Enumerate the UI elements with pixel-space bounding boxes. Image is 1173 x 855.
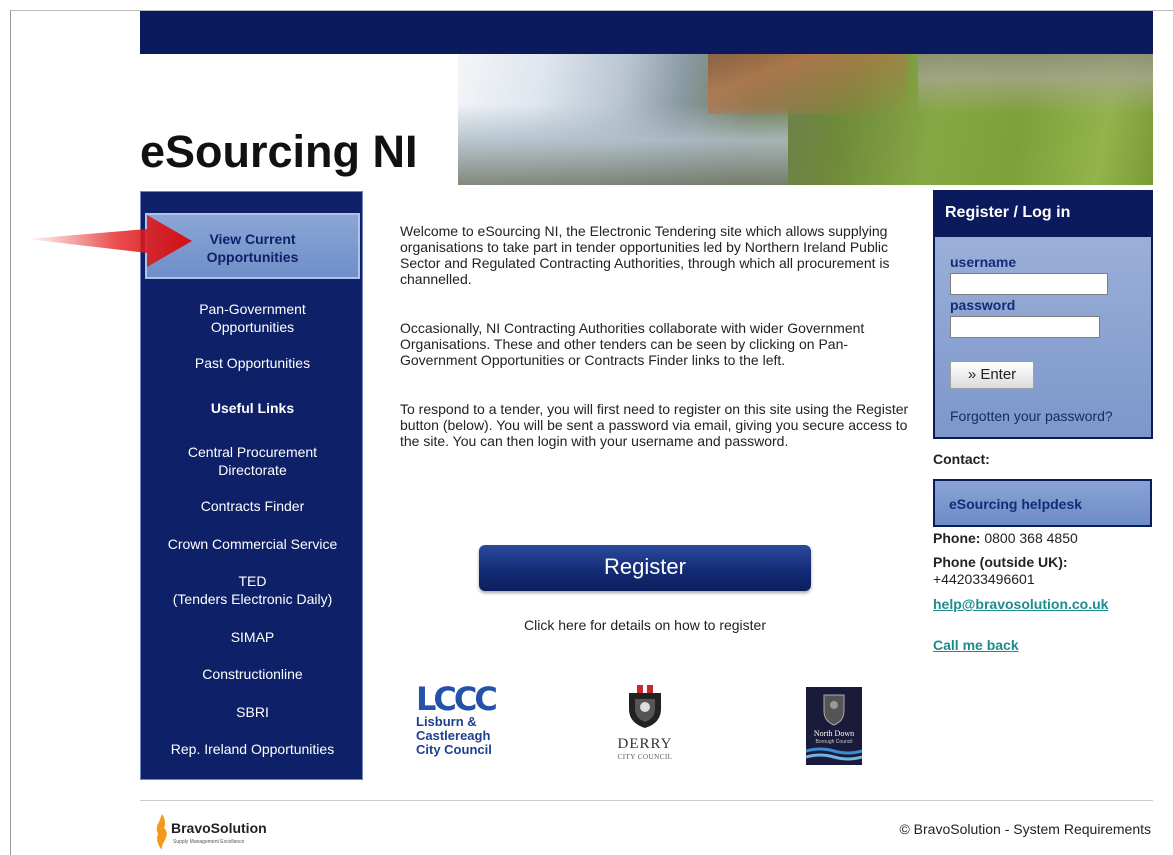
lccc-logo-line: City Council: [416, 742, 492, 757]
sidebar-item-ted[interactable]: TED (Tenders Electronic Daily): [141, 572, 364, 608]
username-input[interactable]: [950, 273, 1108, 295]
lccc-logo-line: Castlereagh: [416, 728, 491, 743]
sidebar-item-label: Opportunities: [210, 319, 295, 335]
copyright-link[interactable]: © BravoSolution - System Requirements: [899, 821, 1151, 837]
sidebar-item-sbri[interactable]: SBRI: [141, 703, 364, 721]
username-label: username: [950, 254, 1017, 270]
north-down-crest-icon: [823, 694, 845, 726]
forgot-password-link[interactable]: Forgotten your password?: [950, 408, 1113, 424]
phone-line: Phone: 0800 368 4850: [933, 530, 1078, 546]
sidebar-item-label: Central Procurement: [187, 444, 318, 460]
banner-sea: [458, 104, 788, 185]
phone-value: 0800 368 4850: [984, 530, 1078, 546]
sidebar-item-label: TED: [238, 573, 267, 589]
header-banner: eSourcing NI: [140, 54, 1153, 185]
welcome-paragraph: Welcome to eSourcing NI, the Electronic …: [400, 223, 890, 287]
sidebar-item-contracts-finder[interactable]: Contracts Finder: [141, 497, 364, 515]
derry-logo-sub: CITY COUNCIL: [617, 753, 673, 761]
sidebar-item-constructionline[interactable]: Constructionline: [141, 665, 364, 683]
phone-outside-line: Phone (outside UK):: [933, 554, 1068, 570]
password-input[interactable]: [950, 316, 1100, 338]
north-down-logo-name: North Down: [813, 729, 855, 738]
lccc-logo-mark: LCCC: [416, 680, 498, 718]
sidebar-heading-useful-links: Useful Links: [210, 400, 295, 416]
coastline-banner-image: [458, 54, 1153, 185]
banner-cliff: [708, 54, 908, 114]
password-label: password: [950, 297, 1016, 313]
north-down-borough-council-logo[interactable]: North Down Borough Council: [806, 687, 862, 765]
top-navy-bar: [140, 11, 1153, 54]
footer-divider: [140, 800, 1153, 801]
register-button[interactable]: Register: [479, 545, 811, 591]
bravosolution-flame-icon: [156, 814, 167, 850]
banner-rock: [918, 54, 1153, 114]
phone-label: Phone:: [933, 530, 981, 546]
collaboration-paragraph: Occasionally, NI Contracting Authorities…: [400, 320, 865, 368]
phone-outside-value: +442033496601: [933, 571, 1035, 587]
sidebar-item-simap[interactable]: SIMAP: [141, 628, 364, 646]
call-me-back-link[interactable]: Call me back: [933, 637, 1019, 653]
enter-button[interactable]: » Enter: [950, 361, 1034, 389]
register-instructions-paragraph: To respond to a tender, you will first n…: [400, 401, 909, 449]
welcome-text: Welcome to eSourcing NI, the Electronic …: [400, 223, 920, 482]
sidebar-item-central-procurement-directorate[interactable]: Central Procurement Directorate: [141, 443, 364, 479]
page-frame-left: [10, 10, 11, 855]
sidebar-item-rep-ireland-opportunities[interactable]: Rep. Ireland Opportunities: [141, 740, 364, 758]
helpdesk-email-link[interactable]: help@bravosolution.co.uk: [933, 596, 1108, 612]
login-panel: username password » Enter Forgotten your…: [933, 235, 1153, 439]
sidebar-nav: View Current Opportunities Pan-Governmen…: [140, 191, 363, 780]
contact-heading: Contact:: [933, 451, 990, 467]
register-help-link[interactable]: Click here for details on how to registe…: [479, 617, 811, 633]
bravosolution-logo[interactable]: BravoSolution Supply Management Excellen…: [155, 812, 295, 852]
red-arrow-icon: [27, 215, 192, 267]
sidebar-item-pan-government-opportunities[interactable]: Pan-Government Opportunities: [141, 300, 364, 336]
bravosolution-logo-name: BravoSolution: [171, 820, 267, 836]
derry-city-council-logo[interactable]: DERRY CITY COUNCIL: [610, 685, 680, 767]
north-down-logo-sub: Borough Council: [815, 739, 853, 745]
sidebar-item-label: Pan-Government: [199, 301, 306, 317]
sidebar-item-label: (Tenders Electronic Daily): [172, 591, 333, 607]
phone-outside-label: Phone (outside UK):: [933, 554, 1068, 570]
bravosolution-logo-tagline: Supply Management Excellence: [173, 839, 245, 845]
north-down-waves-icon: [806, 747, 862, 761]
sidebar-item-past-opportunities[interactable]: Past Opportunities: [141, 354, 364, 372]
site-title: eSourcing NI: [140, 126, 418, 177]
sidebar-item-label: Directorate: [218, 462, 287, 478]
login-panel-title: Register / Log in: [933, 190, 1153, 235]
derry-crest-icon: [629, 685, 661, 728]
lccc-logo[interactable]: LCCC Lisburn & Castlereagh City Council: [416, 683, 516, 763]
sidebar-item-crown-commercial-service[interactable]: Crown Commercial Service: [141, 535, 364, 553]
lccc-logo-line: Lisburn &: [416, 714, 477, 729]
helpdesk-box: eSourcing helpdesk: [933, 479, 1152, 527]
derry-logo-name: DERRY: [617, 736, 673, 752]
